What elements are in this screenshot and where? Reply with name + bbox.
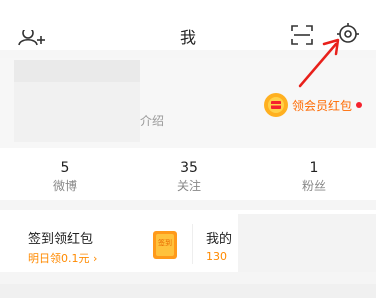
stat-weibo-label: 微博: [52, 179, 77, 193]
avatar[interactable]: [14, 82, 140, 142]
stat-following-label: 关注: [176, 179, 201, 193]
stat-fans-label: 粉丝: [301, 179, 326, 193]
chevron-right-icon: ›: [93, 252, 98, 265]
card-divider: [192, 224, 193, 264]
red-envelope-icon: 签到: [153, 231, 177, 259]
stat-following-count: 35: [180, 160, 198, 176]
annotation-arrow: [298, 38, 340, 88]
stat-fans-count: 1: [309, 160, 319, 176]
stat-weibo-count: 5: [60, 160, 70, 176]
task2-subtitle: 130: [206, 250, 227, 263]
vip-coin-icon: [264, 93, 288, 117]
page-title: 我: [179, 28, 196, 47]
checkin-title: 签到领红包: [28, 232, 94, 247]
checkin-subtitle-text: 明日领0.1元: [28, 252, 90, 265]
header-mask: [0, 0, 78, 30]
vip-badge-label: 领会员红包: [292, 98, 353, 113]
bottom-mask: [0, 284, 376, 298]
task2-title[interactable]: 我的: [206, 228, 232, 247]
section-gap: [0, 200, 376, 210]
vip-redpacket-badge[interactable]: 领会员红包: [262, 90, 363, 120]
profile-intro: 介绍: [140, 114, 165, 128]
stat-weibo[interactable]: 5 微博: [35, 160, 95, 194]
stat-fans[interactable]: 1 粉丝: [284, 160, 344, 194]
notification-dot: [356, 102, 363, 108]
username-redacted: [14, 60, 140, 82]
checkin-subtitle[interactable]: 明日领0.1元 ›: [28, 250, 97, 266]
task2-mask: [238, 214, 376, 272]
stat-following[interactable]: 35 关注: [159, 160, 219, 194]
stats-row: 5 微博 35 关注 1 粉丝: [0, 150, 376, 200]
envelope-text: 签到: [158, 238, 172, 247]
